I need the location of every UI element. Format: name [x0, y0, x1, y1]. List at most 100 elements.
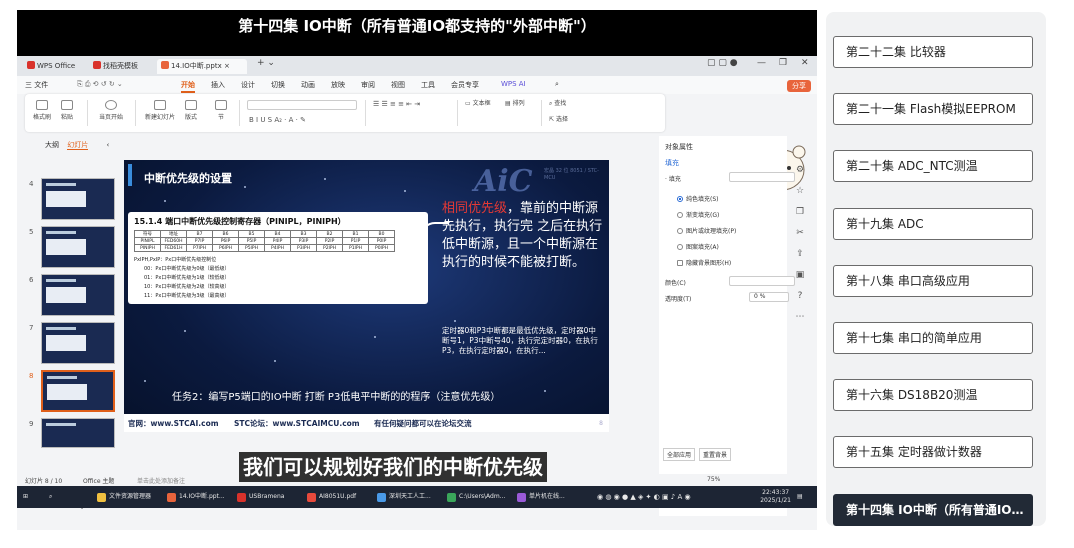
aic-logo: AiC: [474, 164, 533, 199]
color-label: 颜色(C): [665, 280, 686, 287]
paragraph-buttons[interactable]: ☰ ☰ ≡ ≡ ⇤ ⇥: [373, 100, 453, 110]
slide-number: 5: [29, 228, 34, 236]
tab-template[interactable]: 找稻壳模板: [89, 59, 142, 74]
fill-subsection[interactable]: · 填充: [665, 174, 681, 183]
episode-item[interactable]: 第二十二集 比较器: [833, 36, 1033, 68]
tab-slides[interactable]: 幻灯片: [67, 141, 89, 150]
menu-tools[interactable]: 工具: [421, 80, 435, 90]
select-button[interactable]: ⇱ 选择: [549, 114, 568, 123]
slide-thumbnail[interactable]: [41, 226, 115, 268]
slide-thumbnail[interactable]: [41, 178, 115, 220]
menu-member[interactable]: 会员专享: [451, 80, 479, 90]
star-icon[interactable]: ☆: [790, 181, 810, 202]
windows-taskbar: ⊞ ⌕ 文件资源管理器 14.IO中断.ppt... USBramena AI8…: [17, 486, 817, 508]
color-select[interactable]: [729, 276, 795, 286]
start-icon[interactable]: ⊞: [23, 490, 28, 504]
tools-icon[interactable]: ✂: [790, 223, 810, 244]
share-icon[interactable]: ⇪: [790, 244, 810, 265]
fill-option-solid[interactable]: 纯色填充(S): [677, 194, 719, 203]
radio-icon: [677, 212, 683, 218]
more-icon[interactable]: ⋯: [790, 307, 810, 328]
image-icon[interactable]: ▣: [790, 265, 810, 286]
menu-insert[interactable]: 插入: [211, 80, 225, 90]
episode-item[interactable]: 第十五集 定时器做计数器: [833, 436, 1033, 468]
search-icon[interactable]: ⌕: [49, 490, 52, 504]
episode-item-current[interactable]: 第十四集 IO中断（所有普通IO都支持的"外部中断"）: [833, 494, 1033, 526]
episode-item[interactable]: 第十九集 ADC: [833, 208, 1033, 240]
menu-slideshow[interactable]: 放映: [331, 80, 345, 90]
taskbar-item[interactable]: 文件资源管理器: [97, 490, 151, 504]
transparency-input[interactable]: 0 %: [749, 292, 789, 302]
taskbar-item[interactable]: 14.IO中断.ppt...: [167, 490, 225, 504]
video-player[interactable]: 第十四集 IO中断（所有普通IO都支持的"外部中断"） WPS Office 找…: [17, 10, 817, 530]
pane-section[interactable]: 填充: [665, 158, 679, 168]
new-tab-icon[interactable]: + ⌄: [257, 58, 275, 68]
help-icon[interactable]: ?: [790, 286, 810, 307]
fill-option-picture[interactable]: 图片或纹理填充(P): [677, 226, 736, 235]
menu-home[interactable]: 开始: [181, 80, 195, 93]
taskbar-item[interactable]: AI8051U.pdf: [307, 490, 356, 504]
arrange-button[interactable]: ▤ 排列: [505, 98, 525, 107]
font-family-select[interactable]: [247, 100, 357, 110]
fill-preset-select[interactable]: [729, 172, 795, 182]
slide-thumbnail-selected[interactable]: [41, 370, 115, 412]
taskbar-item[interactable]: C:\Users\Adm...: [447, 490, 505, 504]
menu-animation[interactable]: 动画: [301, 80, 315, 90]
apply-all-button[interactable]: 全部应用: [663, 448, 696, 461]
episode-item[interactable]: 第二十集 ADC_NTC测温: [833, 150, 1033, 182]
episode-item[interactable]: 第十七集 串口的简单应用: [833, 322, 1033, 354]
close-window-icon[interactable]: ✕: [801, 58, 809, 68]
menu-review[interactable]: 审阅: [361, 80, 375, 90]
properties-icon[interactable]: ⚙: [790, 160, 810, 181]
zoom-level[interactable]: 75%: [707, 476, 720, 483]
minimize-icon[interactable]: —: [757, 58, 766, 68]
copy-icon[interactable]: ❐: [790, 202, 810, 223]
tab-pptx[interactable]: 14.IO中断.pptx ×: [157, 59, 247, 74]
section-button[interactable]: 节: [215, 100, 227, 121]
aic-logo-subtext: 宏晶 32 位 8051 / STC-MCU: [544, 168, 599, 181]
menu-design[interactable]: 设计: [241, 80, 255, 90]
layout-button[interactable]: 版式: [185, 100, 197, 121]
notes-hint[interactable]: 单击此处添加备注: [137, 476, 185, 485]
taskbar-item[interactable]: 单片机在线...: [517, 490, 565, 504]
episode-item[interactable]: 第十六集 DS18B20测温: [833, 379, 1033, 411]
episode-item[interactable]: 第十八集 串口高级应用: [833, 265, 1033, 297]
notification-icon[interactable]: ▤: [797, 490, 803, 504]
new-slide-icon: [154, 100, 166, 110]
quick-access-icon[interactable]: ⎘ ⎙ ⟲ ↺ ↻ ⌄: [77, 80, 123, 89]
slide-thumbnail[interactable]: [41, 274, 115, 316]
slide-thumbnail[interactable]: [41, 322, 115, 364]
menu-file[interactable]: 三 文件: [25, 80, 48, 90]
fill-option-pattern[interactable]: 图案填充(A): [677, 242, 719, 251]
hide-background-checkbox[interactable]: 隐藏背景图形(H): [677, 258, 731, 267]
font-style-buttons[interactable]: B I U S A₂ · A · ✎: [247, 116, 357, 126]
maximize-icon[interactable]: ❐: [779, 58, 787, 68]
paste-button[interactable]: 粘贴: [61, 100, 73, 121]
register-note: 00：Px口中断优先级为0级（最低级）: [144, 266, 230, 272]
play-from-current-button[interactable]: 当页开始: [99, 100, 123, 121]
menu-transition[interactable]: 切换: [271, 80, 285, 90]
tab-wps-office[interactable]: WPS Office: [23, 59, 79, 74]
slide-canvas[interactable]: 中断优先级的设置 AiC 宏晶 32 位 8051 / STC-MCU 15.1…: [124, 160, 609, 432]
taskbar-item[interactable]: 深圳天工人工...: [377, 490, 431, 504]
window-layout-icon[interactable]: ▢ ▢ ●: [707, 58, 738, 68]
clock[interactable]: 22:43:37 2025/1/21: [760, 489, 791, 505]
register-box: 15.1.4 端口中断优先级控制寄存器（PINIPL，PINIPH） 符号 地址 B…: [128, 212, 428, 304]
textbox-button[interactable]: ▭ 文本框: [465, 98, 491, 107]
tab-outline[interactable]: 大纲: [45, 141, 59, 149]
taskbar-item[interactable]: USBramena: [237, 490, 284, 504]
new-slide-button[interactable]: 新建幻灯片: [145, 100, 175, 121]
format-painter-button[interactable]: 格式刷: [33, 100, 51, 121]
menu-view[interactable]: 视图: [391, 80, 405, 90]
task-text: 任务2：编写P5端口的IO中断 打断 P3低电平中断的的程序（注意优先级）: [172, 392, 501, 403]
share-button[interactable]: 分享: [787, 80, 811, 92]
fill-option-gradient[interactable]: 渐变填充(G): [677, 210, 719, 219]
episode-item[interactable]: 第二十一集 Flash模拟EEPROM: [833, 93, 1033, 125]
menu-wps-ai[interactable]: WPS AI: [501, 80, 526, 88]
reset-background-button[interactable]: 重置背景: [699, 448, 732, 461]
slide-thumbnail[interactable]: [41, 418, 115, 448]
search-icon[interactable]: ⌕: [555, 80, 559, 89]
tray-icons[interactable]: ◉ ◍ ◉ ● ▲ ◈ ✦ ◐ ▣ ♪ A ◉: [597, 490, 691, 504]
collapse-icon[interactable]: ‹: [106, 141, 109, 149]
find-button[interactable]: ⌕ 查找: [549, 98, 566, 108]
